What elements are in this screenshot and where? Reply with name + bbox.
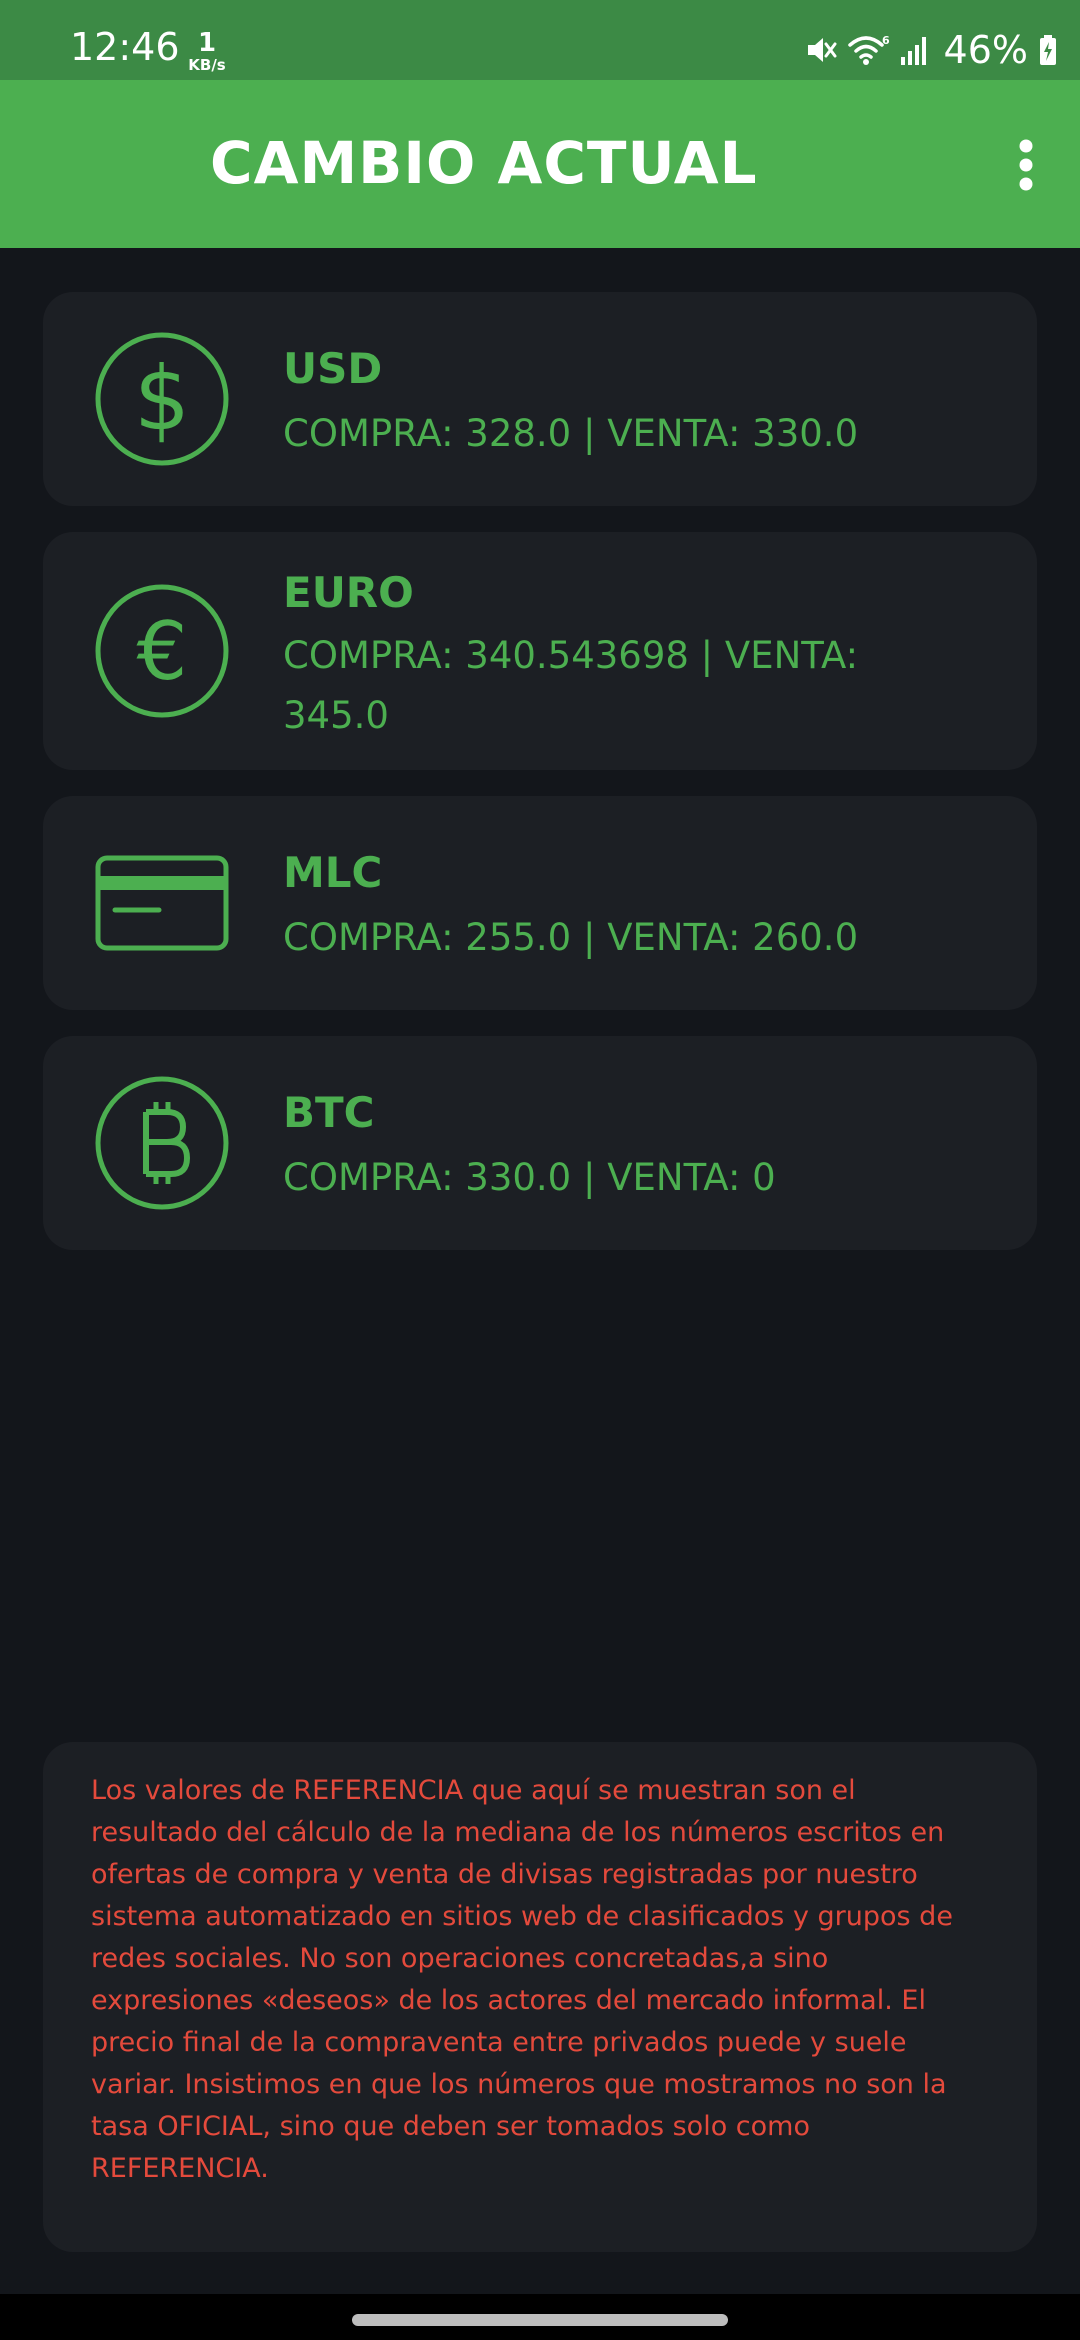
network-speed-unit: KB/s (188, 56, 226, 74)
mute-icon (807, 38, 837, 62)
currency-card-euro[interactable]: € EURO COMPRA: 340.543698 | VENTA: 345.0 (43, 532, 1037, 770)
disclaimer-text: Los valores de REFERENCIA que aquí se mu… (91, 1775, 953, 2184)
battery-charging-icon (1040, 35, 1056, 65)
dollar-circle-icon-wrap: $ (93, 330, 231, 468)
currency-name: EURO (283, 568, 414, 617)
status-bar: 12:46 1 KB/s 6 46% (0, 0, 1080, 80)
credit-card-icon (95, 855, 229, 951)
wifi-icon: 6 (847, 34, 890, 65)
network-speed: 1 KB/s (182, 30, 232, 73)
bitcoin-circle-icon (95, 1076, 229, 1210)
currency-card-usd[interactable]: $ USD COMPRA: 328.0 | VENTA: 330.0 (43, 292, 1037, 506)
currency-card-mlc[interactable]: MLC COMPRA: 255.0 | VENTA: 260.0 (43, 796, 1037, 1010)
currency-name: BTC (283, 1088, 375, 1137)
app-bar: CAMBIO ACTUAL (0, 80, 1080, 248)
currency-name: MLC (283, 848, 383, 897)
svg-text:€: € (137, 605, 188, 698)
disclaimer-card: Los valores de REFERENCIA que aquí se mu… (43, 1742, 1037, 2252)
euro-circle-icon: € (95, 584, 229, 718)
currency-rates: COMPRA: 340.543698 | VENTA: 345.0 (283, 634, 859, 737)
status-icons: 6 46% (794, 28, 1058, 72)
credit-card-icon-wrap (93, 834, 231, 972)
svg-text:$: $ (134, 347, 190, 450)
battery-level: 46% (943, 28, 1028, 72)
overflow-menu-button[interactable] (986, 124, 1066, 204)
status-time: 12:46 (70, 25, 180, 69)
currency-rates: COMPRA: 328.0 | VENTA: 330.0 (283, 412, 859, 455)
euro-circle-icon-wrap: € (93, 582, 231, 720)
currency-rates: COMPRA: 330.0 | VENTA: 0 (283, 1156, 776, 1199)
dollar-circle-icon: $ (95, 332, 229, 466)
currency-name: USD (283, 344, 383, 393)
currency-card-btc[interactable]: BTC COMPRA: 330.0 | VENTA: 0 (43, 1036, 1037, 1250)
gesture-bar (0, 2294, 1080, 2340)
more-vertical-icon (1019, 139, 1033, 191)
signal-icon (900, 37, 926, 65)
svg-text:6: 6 (882, 34, 890, 47)
currency-rates: COMPRA: 255.0 | VENTA: 260.0 (283, 916, 859, 959)
home-indicator[interactable] (352, 2314, 728, 2326)
page-title: CAMBIO ACTUAL (210, 129, 758, 197)
network-speed-value: 1 (197, 28, 217, 58)
bitcoin-circle-icon-wrap (93, 1074, 231, 1212)
